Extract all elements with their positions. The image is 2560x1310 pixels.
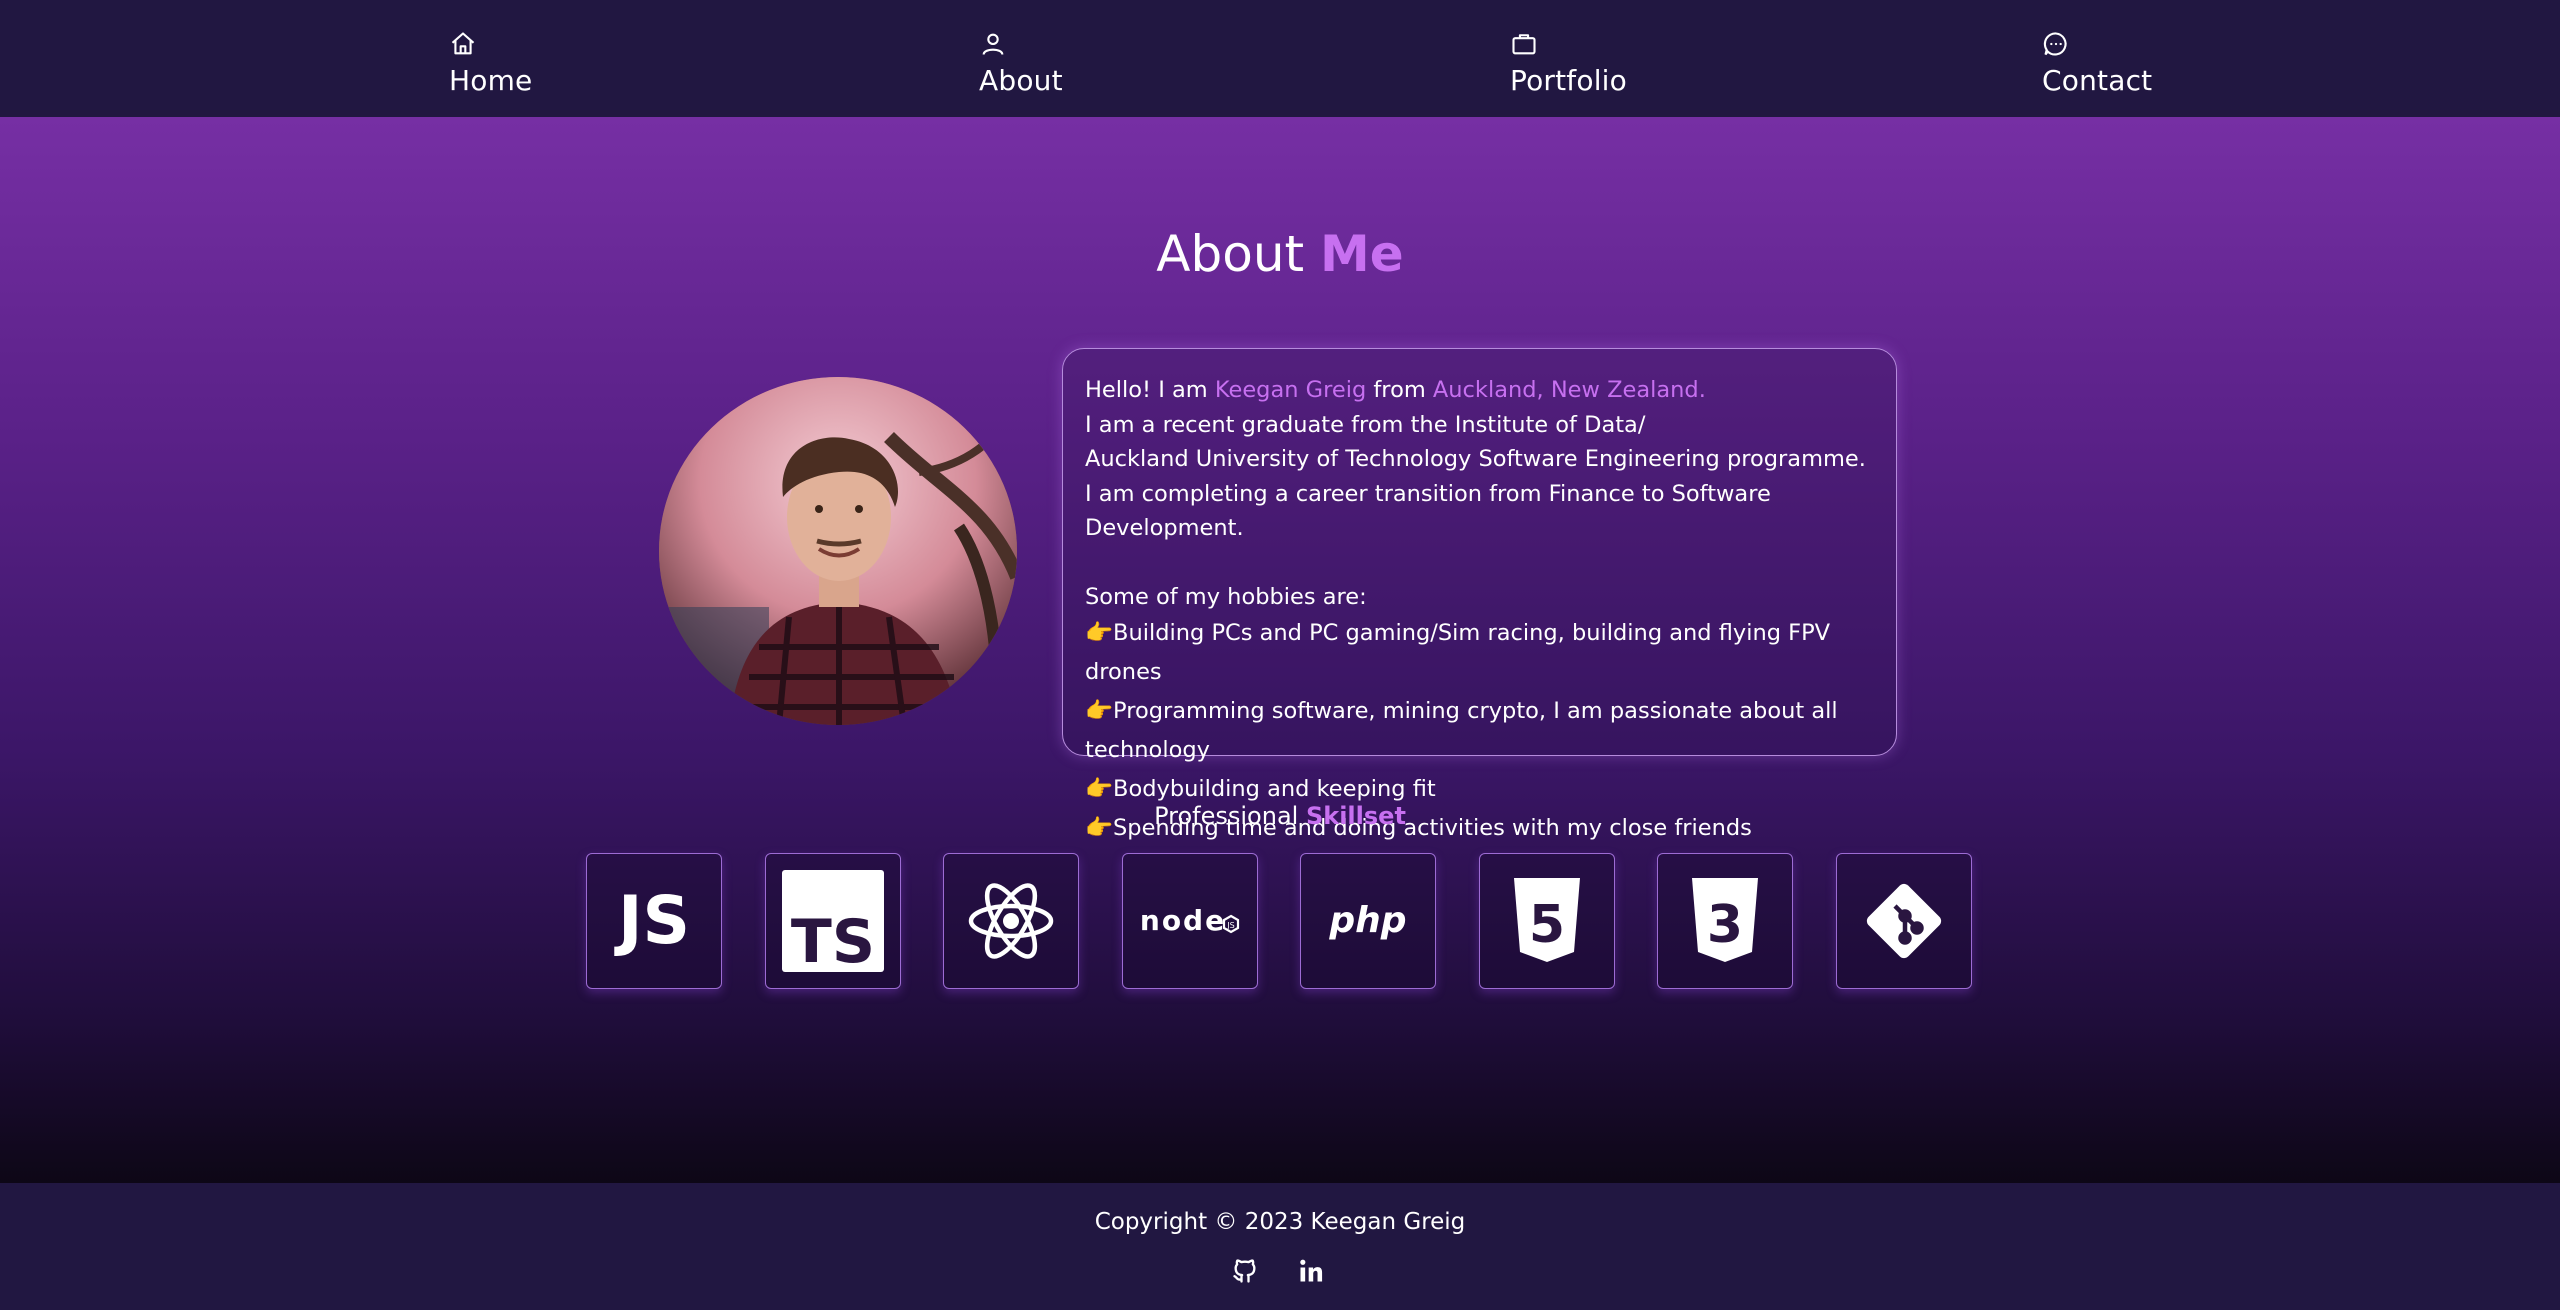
git-icon xyxy=(1866,883,1942,959)
hobby-text: Bodybuilding and keeping fit xyxy=(1113,776,1436,802)
profile-photo xyxy=(659,377,1017,725)
about-section: About Me Hello! I am Keegan Greig from A… xyxy=(0,117,2560,1183)
footer: Copyright © 2023 Keegan Greig xyxy=(0,1183,2560,1310)
pointing-hand-icon: 👉 xyxy=(1085,776,1114,802)
svg-text:node: node xyxy=(1140,904,1226,937)
pointing-hand-icon: 👉 xyxy=(1085,698,1114,724)
skill-css3[interactable]: 3 xyxy=(1657,853,1793,989)
linkedin-icon xyxy=(1300,1259,1323,1282)
hobby-text: Programming software, mining crypto, I a… xyxy=(1085,698,1838,763)
copyright-text: Copyright © 2023 Keegan Greig xyxy=(1094,1209,1466,1235)
nav-home-label: Home xyxy=(449,64,533,97)
hobbies-heading: Some of my hobbies are: xyxy=(1085,583,1367,610)
react-icon xyxy=(968,883,1054,959)
skillset-grid: JS TS node JS php 5 3 xyxy=(0,853,2560,993)
home-icon xyxy=(451,32,475,55)
github-link[interactable] xyxy=(1231,1257,1259,1285)
page-title: About Me xyxy=(0,225,2560,283)
svg-text:JS: JS xyxy=(1226,921,1234,930)
nodejs-icon: node JS xyxy=(1140,904,1240,937)
bio-line-programme: Auckland University of Technology Softwa… xyxy=(1085,446,1866,472)
nav-about[interactable]: About xyxy=(979,30,1063,98)
chat-icon xyxy=(2043,32,2067,56)
nav-home[interactable]: Home xyxy=(449,30,533,98)
bio-line-graduate: I am a recent graduate from the Institut… xyxy=(1085,411,1646,438)
svg-text:php: php xyxy=(1328,900,1406,941)
nav-contact-label: Contact xyxy=(2042,64,2153,97)
user-icon xyxy=(982,33,1004,55)
bio-name: Keegan Greig xyxy=(1214,377,1367,403)
nav-contact[interactable]: Contact xyxy=(2042,30,2152,98)
bio-spacer xyxy=(1085,546,1874,580)
bio-intro-line: Hello! I am Keegan Greig from Auckland, … xyxy=(1085,373,1874,408)
briefcase-icon xyxy=(1512,34,1536,55)
skillset-heading-accent: Skillset xyxy=(1305,802,1406,830)
skill-react[interactable] xyxy=(943,853,1079,989)
skill-html5[interactable]: 5 xyxy=(1479,853,1615,989)
skill-typescript[interactable]: TS xyxy=(765,853,901,989)
title-prefix: About xyxy=(1156,225,1321,283)
navbar: Home About Portfolio Contact xyxy=(0,0,2560,117)
skill-javascript[interactable]: JS xyxy=(586,853,722,989)
php-icon: php xyxy=(1328,900,1406,941)
css3-icon: 3 xyxy=(1692,878,1758,962)
skill-nodejs[interactable]: node JS xyxy=(1122,853,1258,989)
skillset-heading: Professional Skillset xyxy=(0,802,2560,830)
svg-text:JS: JS xyxy=(614,882,690,959)
nav-about-label: About xyxy=(979,64,1063,97)
linkedin-link[interactable] xyxy=(1297,1257,1325,1285)
javascript-icon: JS xyxy=(614,882,690,959)
skill-git[interactable] xyxy=(1836,853,1972,989)
skillset-heading-prefix: Professional xyxy=(1154,802,1306,830)
typescript-icon: TS xyxy=(782,870,884,976)
svg-text:3: 3 xyxy=(1707,895,1743,955)
github-icon xyxy=(1233,1259,1256,1283)
hobby-item: 👉Building PCs and PC gaming/Sim racing, … xyxy=(1085,614,1874,692)
bio-line-transition: I am completing a career transition from… xyxy=(1085,480,1771,542)
bio-card: Hello! I am Keegan Greig from Auckland, … xyxy=(1062,348,1897,841)
hobby-text: Building PCs and PC gaming/Sim racing, b… xyxy=(1085,620,1831,685)
nav-portfolio[interactable]: Portfolio xyxy=(1510,30,1627,98)
html5-icon: 5 xyxy=(1514,878,1580,962)
profile-photo-illustration xyxy=(659,377,1017,725)
hobby-item: 👉Programming software, mining crypto, I … xyxy=(1085,692,1874,770)
svg-text:5: 5 xyxy=(1529,895,1565,955)
pointing-hand-icon: 👉 xyxy=(1085,620,1114,646)
bio-greeting: Hello! I am xyxy=(1085,377,1215,403)
skill-php[interactable]: php xyxy=(1300,853,1436,989)
bio-from: from xyxy=(1366,377,1433,403)
title-accent: Me xyxy=(1320,225,1404,283)
bio-location: Auckland, New Zealand. xyxy=(1432,377,1706,403)
nav-portfolio-label: Portfolio xyxy=(1510,64,1627,97)
svg-text:TS: TS xyxy=(791,907,875,976)
